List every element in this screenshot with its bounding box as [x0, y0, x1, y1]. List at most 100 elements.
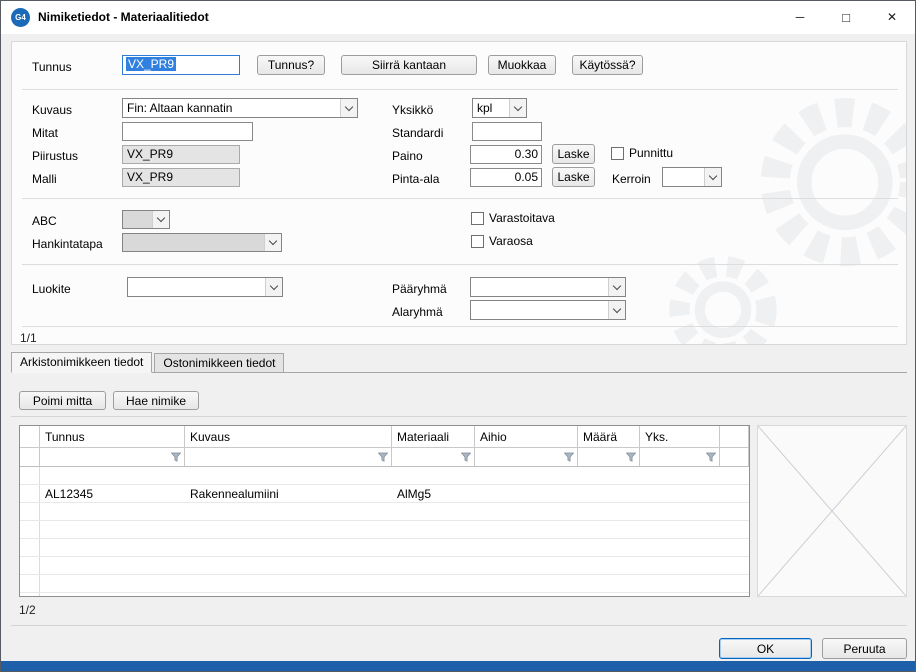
luokite-value: [128, 278, 265, 296]
abc-select[interactable]: [122, 210, 170, 229]
tab-ostonimikkeen-tiedot[interactable]: Ostonimikkeen tiedot: [154, 353, 284, 372]
dialog-window: G4 Nimiketiedot - Materiaalitiedot ─ □ ✕…: [0, 0, 916, 672]
standardi-input[interactable]: [472, 122, 542, 141]
grid-cell: [720, 503, 749, 520]
filter-icon[interactable]: [564, 452, 574, 462]
grid-cell: [640, 593, 720, 597]
poimi-mitta-button[interactable]: Poimi mitta: [19, 391, 106, 410]
muokkaa-button[interactable]: Muokkaa: [488, 55, 556, 75]
hae-nimike-button[interactable]: Hae nimike: [113, 391, 199, 410]
pintaala-input[interactable]: 0.05: [470, 168, 542, 187]
table-row[interactable]: AL12345 Rakennealumiini AlMg5: [20, 485, 749, 503]
mitat-input[interactable]: [122, 122, 253, 141]
grid-cell: [40, 575, 185, 592]
alaryhma-label: Alaryhmä: [392, 305, 443, 319]
table-row[interactable]: [20, 593, 749, 597]
table-row[interactable]: [20, 575, 749, 593]
kerroin-value: [663, 168, 704, 186]
punnittu-checkbox[interactable]: Punnittu: [611, 146, 673, 160]
filter-cell-tunnus[interactable]: [40, 448, 185, 467]
filter-cell-maara[interactable]: [578, 448, 640, 467]
tunnus-question-button[interactable]: Tunnus?: [257, 55, 325, 75]
row-selector-header: [20, 426, 40, 448]
close-button[interactable]: ✕: [869, 1, 915, 33]
checkbox-box[interactable]: [471, 235, 484, 248]
row-selector[interactable]: [20, 539, 40, 556]
piirustus-field: VX_PR9: [122, 145, 240, 164]
row-selector[interactable]: [20, 467, 40, 484]
cell-kuvaus: Rakennealumiini: [185, 485, 392, 502]
grid-cell: [720, 521, 749, 538]
cell-aihio: [475, 485, 578, 502]
bottom-accent-bar: [1, 661, 915, 671]
paaryhma-select[interactable]: [470, 277, 626, 297]
cell-materiaali: AlMg5: [392, 485, 475, 502]
row-selector[interactable]: [20, 521, 40, 538]
grid-cell: [475, 593, 578, 597]
hankintatapa-select[interactable]: [122, 233, 282, 252]
laske-paino-button[interactable]: Laske: [552, 144, 595, 164]
table-row[interactable]: [20, 557, 749, 575]
grid-cell: [40, 593, 185, 597]
kaytossa-button[interactable]: Käytössä?: [572, 55, 643, 75]
row-selector[interactable]: [20, 593, 40, 597]
maximize-button[interactable]: □: [823, 1, 869, 33]
column-header-maara[interactable]: Määrä: [578, 426, 640, 448]
grid-cell: [40, 467, 185, 484]
filter-cell-yks[interactable]: [640, 448, 720, 467]
row-selector[interactable]: [20, 503, 40, 520]
chevron-down-icon: [340, 99, 357, 117]
filter-icon[interactable]: [378, 452, 388, 462]
tunnus-input[interactable]: VX_PR9: [122, 55, 240, 75]
varastoitava-checkbox[interactable]: Varastoitava: [471, 211, 555, 225]
table-row[interactable]: [20, 521, 749, 539]
grid-cell: [640, 575, 720, 592]
laske-pintaala-button[interactable]: Laske: [552, 167, 595, 187]
filter-icon[interactable]: [171, 452, 181, 462]
cell-maara: [578, 485, 640, 502]
table-row[interactable]: [20, 539, 749, 557]
chevron-down-icon: [509, 99, 526, 117]
checkbox-box[interactable]: [611, 147, 624, 160]
filter-cell-materiaali[interactable]: [392, 448, 475, 467]
column-header-kuvaus[interactable]: Kuvaus: [185, 426, 392, 448]
filter-cell-kuvaus[interactable]: [185, 448, 392, 467]
cancel-button[interactable]: Peruuta: [822, 638, 907, 659]
column-header-aihio[interactable]: Aihio: [475, 426, 578, 448]
filter-icon[interactable]: [626, 452, 636, 462]
ok-button[interactable]: OK: [719, 638, 812, 659]
siirra-kantaan-button[interactable]: Siirrä kantaan: [341, 55, 477, 75]
filter-cell-filler: [720, 448, 749, 467]
kerroin-select[interactable]: [662, 167, 722, 187]
cell-tunnus: AL12345: [40, 485, 185, 502]
tab-arkistonimikkeen-tiedot[interactable]: Arkistonimikkeen tiedot: [11, 352, 152, 373]
filter-cell-aihio[interactable]: [475, 448, 578, 467]
column-header-materiaali[interactable]: Materiaali: [392, 426, 475, 448]
paino-input[interactable]: 0.30: [470, 145, 542, 164]
alaryhma-select[interactable]: [470, 300, 626, 320]
filter-icon[interactable]: [706, 452, 716, 462]
grid-cell: [578, 593, 640, 597]
luokite-select[interactable]: [127, 277, 283, 297]
filter-cell-selector: [20, 448, 40, 467]
kuvaus-select[interactable]: Fin: Altaan kannatin: [122, 98, 358, 118]
column-header-yks[interactable]: Yks.: [640, 426, 720, 448]
grid-cell: [475, 503, 578, 520]
minimize-button[interactable]: ─: [777, 1, 823, 33]
table-row[interactable]: [20, 503, 749, 521]
grid-cell: [720, 539, 749, 556]
varaosa-checkbox[interactable]: Varaosa: [471, 234, 533, 248]
checkbox-box[interactable]: [471, 212, 484, 225]
grid-cell: [185, 593, 392, 597]
yksikko-select[interactable]: kpl: [472, 98, 527, 118]
row-selector[interactable]: [20, 575, 40, 592]
row-selector[interactable]: [20, 557, 40, 574]
grid-cell: [392, 521, 475, 538]
grid-cell: [720, 575, 749, 592]
table-row[interactable]: [20, 467, 749, 485]
filter-icon[interactable]: [461, 452, 471, 462]
row-selector[interactable]: [20, 485, 40, 502]
chevron-down-icon: [264, 234, 281, 251]
column-header-tunnus[interactable]: Tunnus: [40, 426, 185, 448]
malli-label: Malli: [32, 172, 57, 186]
